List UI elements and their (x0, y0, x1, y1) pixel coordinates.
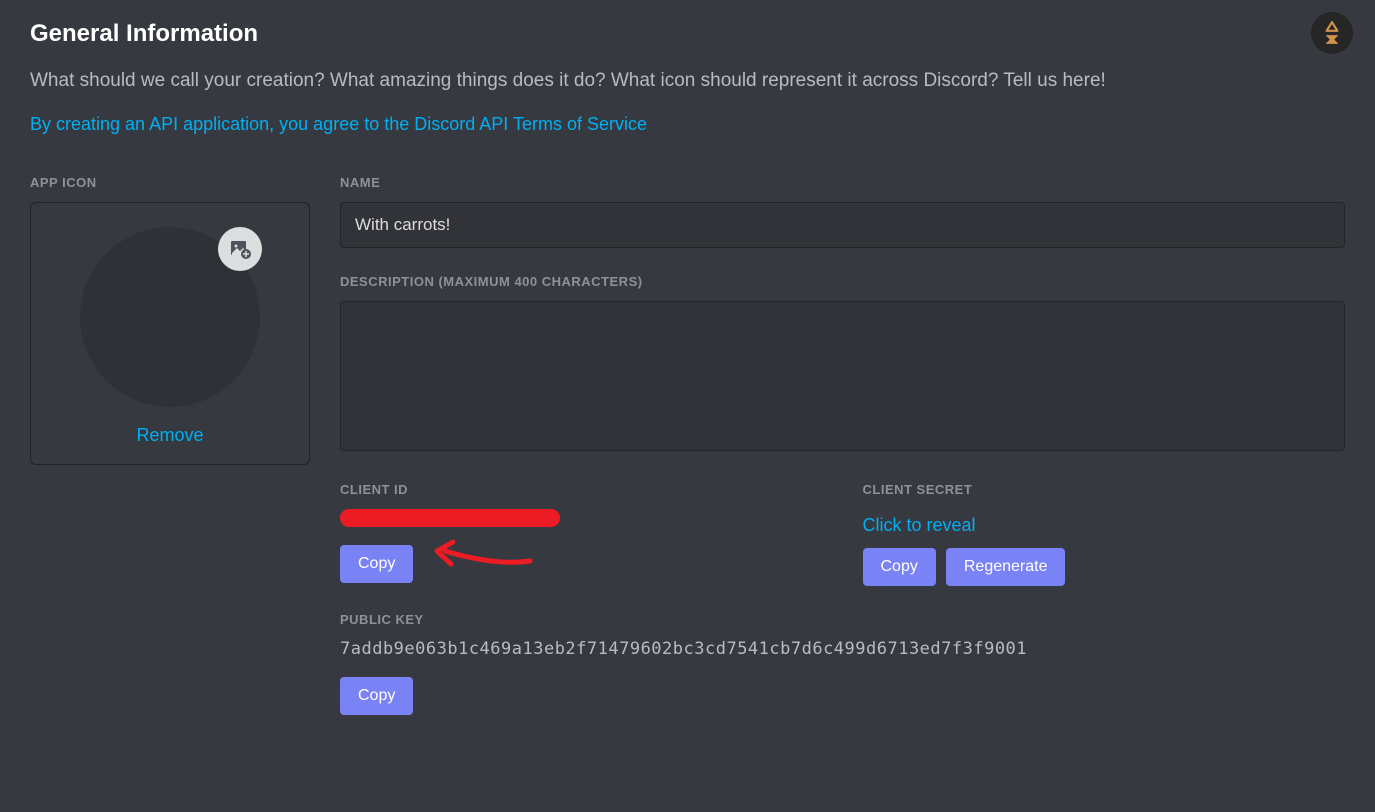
annotation-arrow-icon (425, 536, 535, 576)
app-icon-box: Remove (30, 202, 310, 465)
description-textarea[interactable] (340, 301, 1345, 451)
name-input[interactable] (340, 202, 1345, 248)
avatar-wrap (80, 227, 260, 407)
client-id-redacted (340, 509, 560, 527)
page-title: General Information (30, 20, 1345, 48)
copy-client-id-button[interactable]: Copy (340, 545, 413, 583)
client-id-label: CLIENT ID (340, 482, 823, 497)
tos-link[interactable]: By creating an API application, you agre… (30, 114, 647, 135)
client-secret-label: CLIENT SECRET (863, 482, 1346, 497)
profile-badge[interactable] (1311, 12, 1353, 54)
upload-image-button[interactable] (218, 227, 262, 271)
page-subtitle: What should we call your creation? What … (30, 66, 1310, 96)
copy-public-key-button[interactable]: Copy (340, 677, 413, 715)
reveal-client-secret-link[interactable]: Click to reveal (863, 515, 976, 536)
profile-logo-icon (1319, 20, 1345, 46)
public-key-value: 7addb9e063b1c469a13eb2f71479602bc3cd7541… (340, 639, 1345, 659)
copy-client-secret-button[interactable]: Copy (863, 548, 936, 586)
public-key-label: PUBLIC KEY (340, 612, 1345, 627)
description-label: DESCRIPTION (MAXIMUM 400 CHARACTERS) (340, 274, 1345, 289)
remove-icon-link[interactable]: Remove (136, 425, 203, 446)
name-label: NAME (340, 175, 1345, 190)
app-icon-label: APP ICON (30, 175, 310, 190)
image-upload-icon (228, 237, 252, 261)
regenerate-client-secret-button[interactable]: Regenerate (946, 548, 1066, 586)
